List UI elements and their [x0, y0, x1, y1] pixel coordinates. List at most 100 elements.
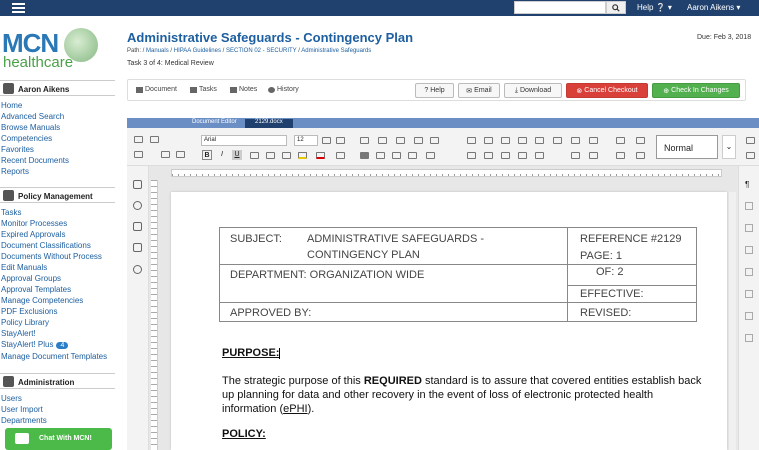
textart-icon[interactable]	[745, 312, 753, 320]
vertical-scrollbar[interactable]	[729, 192, 736, 450]
sidebar-item-policy-library[interactable]: Policy Library	[1, 318, 49, 327]
sidebar-item-favorites[interactable]: Favorites	[1, 145, 34, 154]
tab-history[interactable]: History	[268, 86, 299, 93]
table-settings-icon[interactable]	[745, 202, 753, 210]
header-footer-icon[interactable]	[745, 224, 753, 232]
comments-panel-icon[interactable]	[133, 222, 142, 231]
table-delete-icon[interactable]	[571, 137, 580, 144]
shrink-font-icon[interactable]	[336, 137, 345, 144]
sidebar-item-stayalert[interactable]: StayAlert!	[1, 329, 36, 338]
help-button[interactable]: ?Help	[415, 83, 454, 98]
table-row-icon[interactable]	[501, 137, 510, 144]
sidebar-item-advanced-search[interactable]: Advanced Search	[1, 112, 64, 121]
breadcrumb-manuals[interactable]: Manuals	[146, 48, 169, 54]
text-box-icon[interactable]	[535, 152, 544, 159]
menu-icon[interactable]	[12, 3, 25, 13]
table-insert-icon[interactable]	[467, 137, 476, 144]
italic-button[interactable]: I	[217, 150, 227, 160]
bookmark-icon[interactable]	[518, 152, 527, 159]
table-borders-icon[interactable]	[589, 137, 598, 144]
align-center-icon[interactable]	[376, 152, 385, 159]
outdent-icon[interactable]	[414, 137, 423, 144]
chevron-down-icon[interactable]: ⌄	[722, 135, 736, 159]
sidebar-item-recent-documents[interactable]: Recent Documents	[1, 156, 69, 165]
sidebar-item-documents-without-process[interactable]: Documents Without Process	[1, 252, 102, 261]
find-icon[interactable]	[636, 152, 645, 159]
align-left-icon[interactable]	[360, 152, 369, 159]
table-split-icon[interactable]	[553, 137, 562, 144]
sidebar-item-reports[interactable]: Reports	[1, 167, 29, 176]
font-family-select[interactable]: Arial	[201, 135, 287, 146]
sidebar-item-monitor-processes[interactable]: Monitor Processes	[1, 219, 67, 228]
chart-settings-icon[interactable]	[745, 290, 753, 298]
multilevel-list-icon[interactable]	[396, 137, 405, 144]
help-menu[interactable]: Help ❔ ▾	[637, 3, 672, 12]
highlight-icon[interactable]	[298, 152, 307, 159]
gear-icon[interactable]	[746, 152, 755, 159]
paragraph-style-select[interactable]: Normal	[656, 135, 718, 159]
style-settings-icon[interactable]	[746, 137, 755, 144]
sidebar-item-manage-competencies[interactable]: Manage Competencies	[1, 296, 83, 305]
tab-notes[interactable]: Notes	[230, 86, 257, 93]
search-panel-icon[interactable]	[133, 201, 142, 210]
font-color-icon[interactable]	[316, 152, 325, 159]
email-button[interactable]: ✉Email	[458, 83, 500, 98]
breadcrumb-safeguards[interactable]: Administrative Safeguards	[301, 48, 371, 54]
outline-icon[interactable]	[133, 180, 142, 189]
tab-docx-file[interactable]: 2129.docx	[245, 119, 293, 128]
tab-tasks[interactable]: Tasks	[190, 86, 217, 93]
table-merge-icon[interactable]	[535, 137, 544, 144]
cancel-checkout-button[interactable]: ⊗Cancel Checkout	[566, 83, 648, 98]
superscript-icon[interactable]	[266, 152, 275, 159]
font-size-select[interactable]: 12	[294, 135, 318, 146]
sidebar-item-departments[interactable]: Departments	[1, 416, 47, 425]
format-painter-icon[interactable]	[616, 152, 625, 159]
sidebar-item-user-import[interactable]: User Import	[1, 405, 43, 414]
sidebar-item-stayalert-plus[interactable]: StayAlert! Plus4	[1, 340, 68, 349]
search-button[interactable]	[606, 1, 626, 14]
user-menu[interactable]: Aaron Aikens ▾	[687, 3, 740, 12]
tab-document-editor[interactable]: Document Editor	[192, 119, 237, 125]
print-icon[interactable]	[134, 136, 143, 143]
sidebar-item-expired-approvals[interactable]: Expired Approvals	[1, 230, 65, 239]
search-input[interactable]	[514, 1, 606, 14]
numbering-icon[interactable]	[378, 137, 387, 144]
track-changes-icon[interactable]	[133, 243, 142, 252]
pilcrow-icon[interactable]: ¶	[745, 180, 753, 188]
strikethrough-icon[interactable]	[250, 152, 259, 159]
bullets-icon[interactable]	[360, 137, 369, 144]
image-settings-icon[interactable]	[745, 246, 753, 254]
bold-button[interactable]: B	[202, 150, 212, 160]
sidebar-item-pdf-exclusions[interactable]: PDF Exclusions	[1, 307, 57, 316]
sidebar-item-approval-templates[interactable]: Approval Templates	[1, 285, 71, 294]
indent-icon[interactable]	[430, 137, 439, 144]
chat-button[interactable]: Chat With MCN!	[5, 428, 112, 450]
hyperlink-icon[interactable]	[616, 137, 625, 144]
symbol-icon[interactable]	[589, 152, 598, 159]
sidebar-item-tasks[interactable]: Tasks	[1, 208, 21, 217]
tab-document[interactable]: Document	[136, 86, 177, 93]
paragraph-marks-icon[interactable]	[426, 152, 435, 159]
breadcrumb-hipaa[interactable]: HIPAA Guidelines	[174, 48, 221, 54]
paste-icon[interactable]	[134, 151, 143, 158]
sidebar-item-document-classifications[interactable]: Document Classifications	[1, 241, 91, 250]
sidebar-item-browse-manuals[interactable]: Browse Manuals	[1, 123, 60, 132]
sidebar-item-manage-document-templates[interactable]: Manage Document Templates	[1, 352, 107, 361]
redo-icon[interactable]	[176, 151, 185, 158]
sidebar-item-approval-groups[interactable]: Approval Groups	[1, 274, 61, 283]
vertical-ruler[interactable]	[151, 180, 158, 450]
comment-insert-icon[interactable]	[636, 137, 645, 144]
sidebar-item-home[interactable]: Home	[1, 101, 22, 110]
page-break-icon[interactable]	[571, 152, 580, 159]
underline-button[interactable]: U	[232, 150, 242, 160]
mcn-logo[interactable]: MCN healthcare	[2, 28, 112, 78]
subscript-icon[interactable]	[282, 152, 291, 159]
sidebar-item-edit-manuals[interactable]: Edit Manuals	[1, 263, 47, 272]
check-in-button[interactable]: ⊕Check In Changes	[652, 83, 740, 98]
shape-settings-icon[interactable]	[745, 268, 753, 276]
image-insert-icon[interactable]	[484, 137, 493, 144]
download-button[interactable]: ⤓Download	[504, 83, 562, 98]
info-icon[interactable]	[133, 265, 142, 274]
grow-font-icon[interactable]	[322, 137, 331, 144]
undo-icon[interactable]	[161, 151, 170, 158]
